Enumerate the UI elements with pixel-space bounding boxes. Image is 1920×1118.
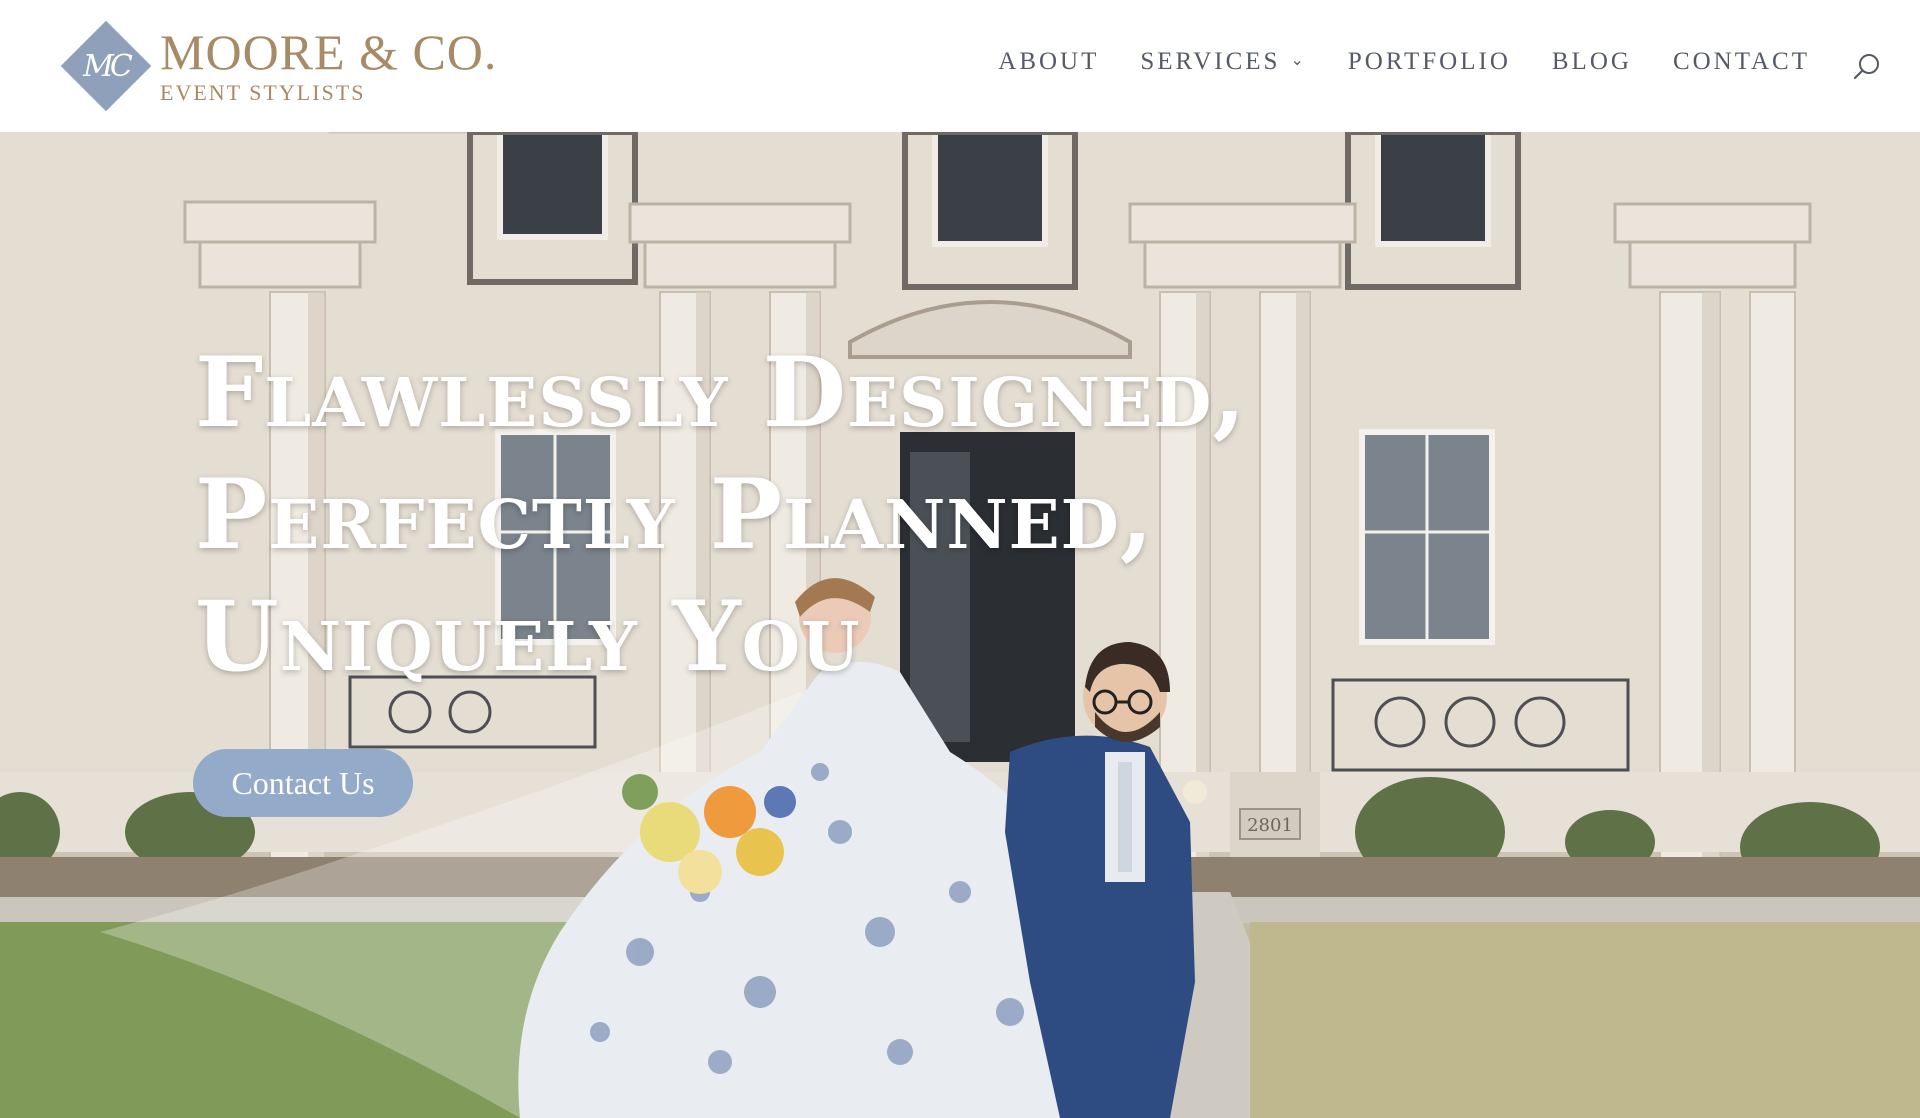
search-icon[interactable] <box>1852 52 1882 82</box>
nav-services-label: SERVICES <box>1140 48 1281 75</box>
brand-name: MOORE & CO. <box>160 24 498 80</box>
address-plaque: 2801 <box>1247 815 1293 836</box>
logo-text: MOORE & CO. EVENT STYLISTS <box>160 26 497 106</box>
nav-portfolio-label: PORTFOLIO <box>1347 48 1511 75</box>
nav-about-label: ABOUT <box>998 48 1100 75</box>
nav-about[interactable]: ABOUT <box>998 48 1099 76</box>
brand-tagline: EVENT STYLISTS <box>160 80 366 105</box>
chevron-down-icon: ⌄ <box>1290 52 1307 69</box>
hero-headline-line-1: Flawlessly Designed, <box>195 336 1247 449</box>
main-nav: ABOUT SERVICES ⌄ PORTFOLIO BLOG CONTACT <box>957 48 1810 76</box>
monogram-text: MC <box>83 48 129 84</box>
nav-portfolio[interactable]: PORTFOLIO <box>1348 48 1511 76</box>
nav-blog[interactable]: BLOG <box>1552 48 1632 76</box>
nav-contact[interactable]: CONTACT <box>1673 48 1810 76</box>
logo[interactable]: MC MOORE & CO. EVENT STYLISTS <box>60 20 497 112</box>
hero-headline: Flawlessly Designed, Perfectly Planned, … <box>195 332 1247 698</box>
hero-headline-line-3: Uniquely You <box>195 580 861 693</box>
nav-services[interactable]: SERVICES ⌄ <box>1140 48 1306 76</box>
site-header: MC MOORE & CO. EVENT STYLISTS ABOUT SERV… <box>0 0 1920 132</box>
contact-us-button[interactable]: Contact Us <box>193 749 413 817</box>
nav-contact-label: CONTACT <box>1672 48 1810 75</box>
nav-blog-label: BLOG <box>1551 48 1632 75</box>
monogram-mark: MC <box>60 20 152 112</box>
hero-section: 2801 Flawlessly Designed, Perfectly Plan… <box>0 132 1920 1118</box>
hero-headline-line-2: Perfectly Planned, <box>195 458 1155 571</box>
